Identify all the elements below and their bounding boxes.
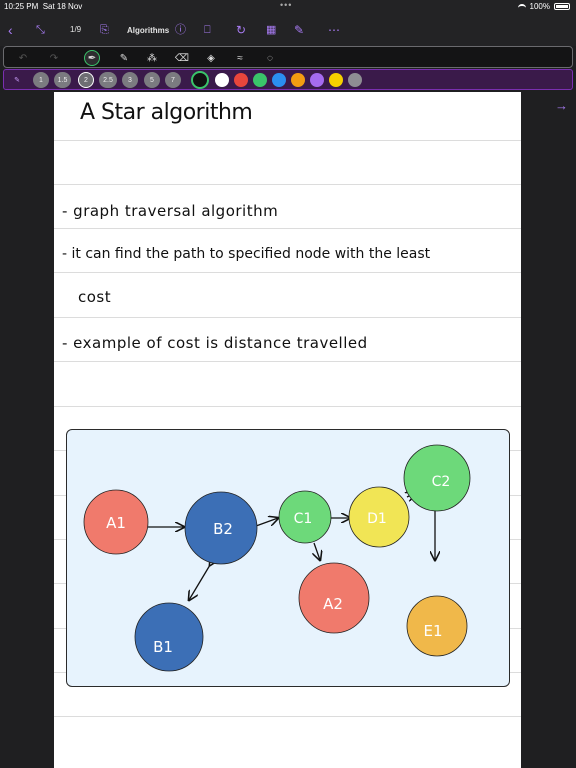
graph-node-c2[interactable]: C2 <box>403 444 471 512</box>
edge-b2-b1 <box>189 565 210 600</box>
graph-node-d1[interactable]: D1 <box>348 486 410 548</box>
graph-node-a2[interactable]: A2 <box>298 562 370 634</box>
graph-node-e1[interactable]: E1 <box>406 595 468 657</box>
svg-text:E1: E1 <box>423 622 442 640</box>
svg-text:A1: A1 <box>106 514 126 532</box>
graph-node-a1[interactable]: A1 <box>83 489 149 555</box>
svg-text:D1: D1 <box>367 511 387 527</box>
svg-text:C2: C2 <box>432 474 451 490</box>
edge-c1-a2 <box>314 542 320 560</box>
graph-node-c1[interactable]: C1 <box>278 490 332 544</box>
svg-text:A2: A2 <box>323 595 343 613</box>
edge-b2-c1 <box>255 518 278 527</box>
svg-text:C1: C1 <box>294 511 313 527</box>
graph-diagram: A1 B2 B1 C1 D1 C2 A2 E1 <box>83 444 471 672</box>
graph-node-b2[interactable]: B2 <box>184 491 258 565</box>
graph-node-b1[interactable]: B1 <box>134 602 204 672</box>
svg-text:B2: B2 <box>213 520 233 538</box>
svg-text:B1: B1 <box>153 638 173 656</box>
